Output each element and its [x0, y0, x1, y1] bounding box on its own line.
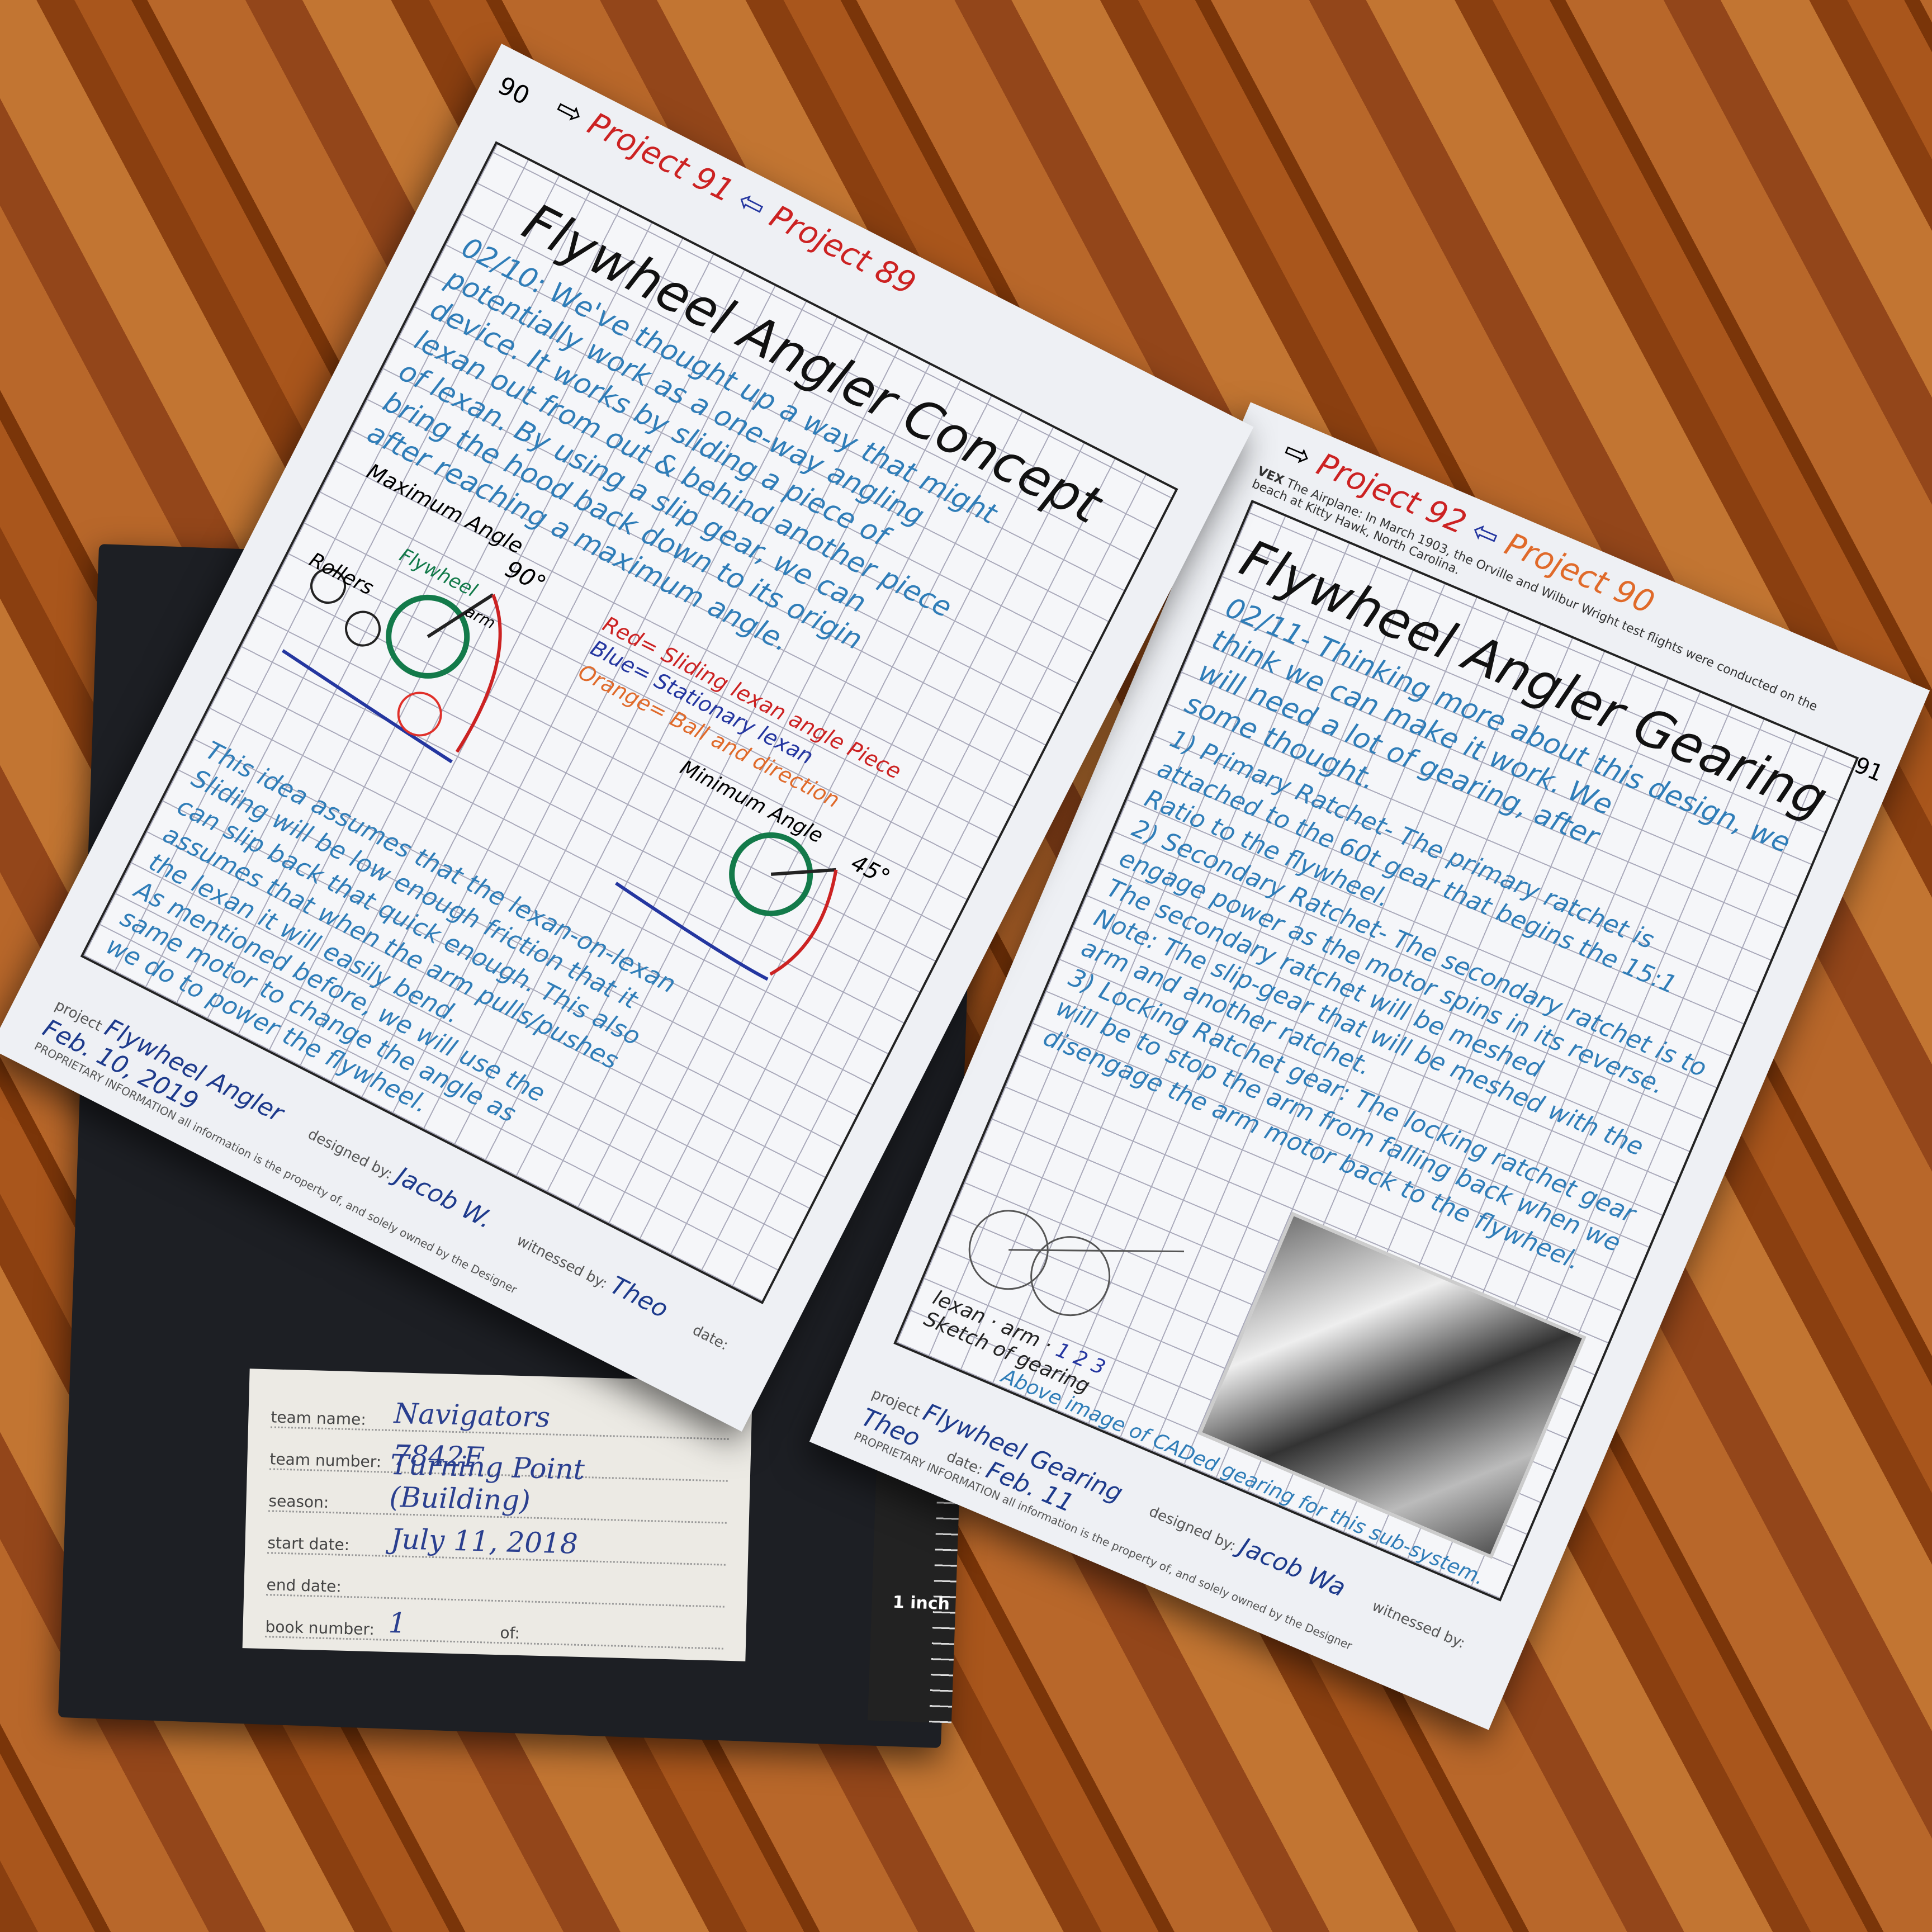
- footer-witness: Theo: [605, 1271, 673, 1324]
- footer-label: designed by:: [1146, 1503, 1239, 1555]
- field-value: July 11, 2018: [390, 1523, 579, 1560]
- field-key: book number:: [265, 1617, 375, 1639]
- footer-label: witnessed by:: [514, 1232, 610, 1292]
- arrow-right-icon: ⇨: [550, 89, 590, 134]
- field-value: Navigators: [393, 1397, 551, 1434]
- field-key: team name:: [271, 1408, 367, 1429]
- cad-image: [1197, 1211, 1587, 1559]
- footer-label: designed by:: [305, 1125, 396, 1183]
- gearing-sketch: lexan · arm · 1 2 3 Sketch of gearing: [921, 1158, 1209, 1420]
- arrow-left-icon: ⇦: [1466, 512, 1505, 556]
- field-value: 1: [388, 1606, 407, 1640]
- arrow-right-icon: ⇨: [1278, 432, 1317, 476]
- footer-designer: Jacob W.: [391, 1161, 497, 1234]
- prev-project: Project 89: [764, 198, 922, 303]
- cover-label: team name: Navigators team number: 7842F s…: [242, 1368, 753, 1661]
- field-key: start date:: [267, 1533, 350, 1555]
- arrow-left-icon: ⇦: [731, 182, 772, 226]
- field-key: team number:: [269, 1450, 382, 1471]
- footer-label: witnessed by:: [1369, 1598, 1468, 1652]
- field-key: end date:: [266, 1575, 342, 1596]
- field-key: of:: [500, 1623, 520, 1643]
- next-project: Project 91: [581, 105, 740, 210]
- footer-label: date:: [689, 1322, 731, 1354]
- field-key: season:: [268, 1491, 329, 1512]
- field-value: Turning Point (Building): [389, 1448, 585, 1517]
- ruler-label: 1 inch: [892, 1592, 950, 1614]
- cover-ruler: 1 inch: [868, 1463, 960, 1723]
- footer-designer: Jacob Wa: [1235, 1532, 1350, 1603]
- page-number: 90: [493, 71, 534, 111]
